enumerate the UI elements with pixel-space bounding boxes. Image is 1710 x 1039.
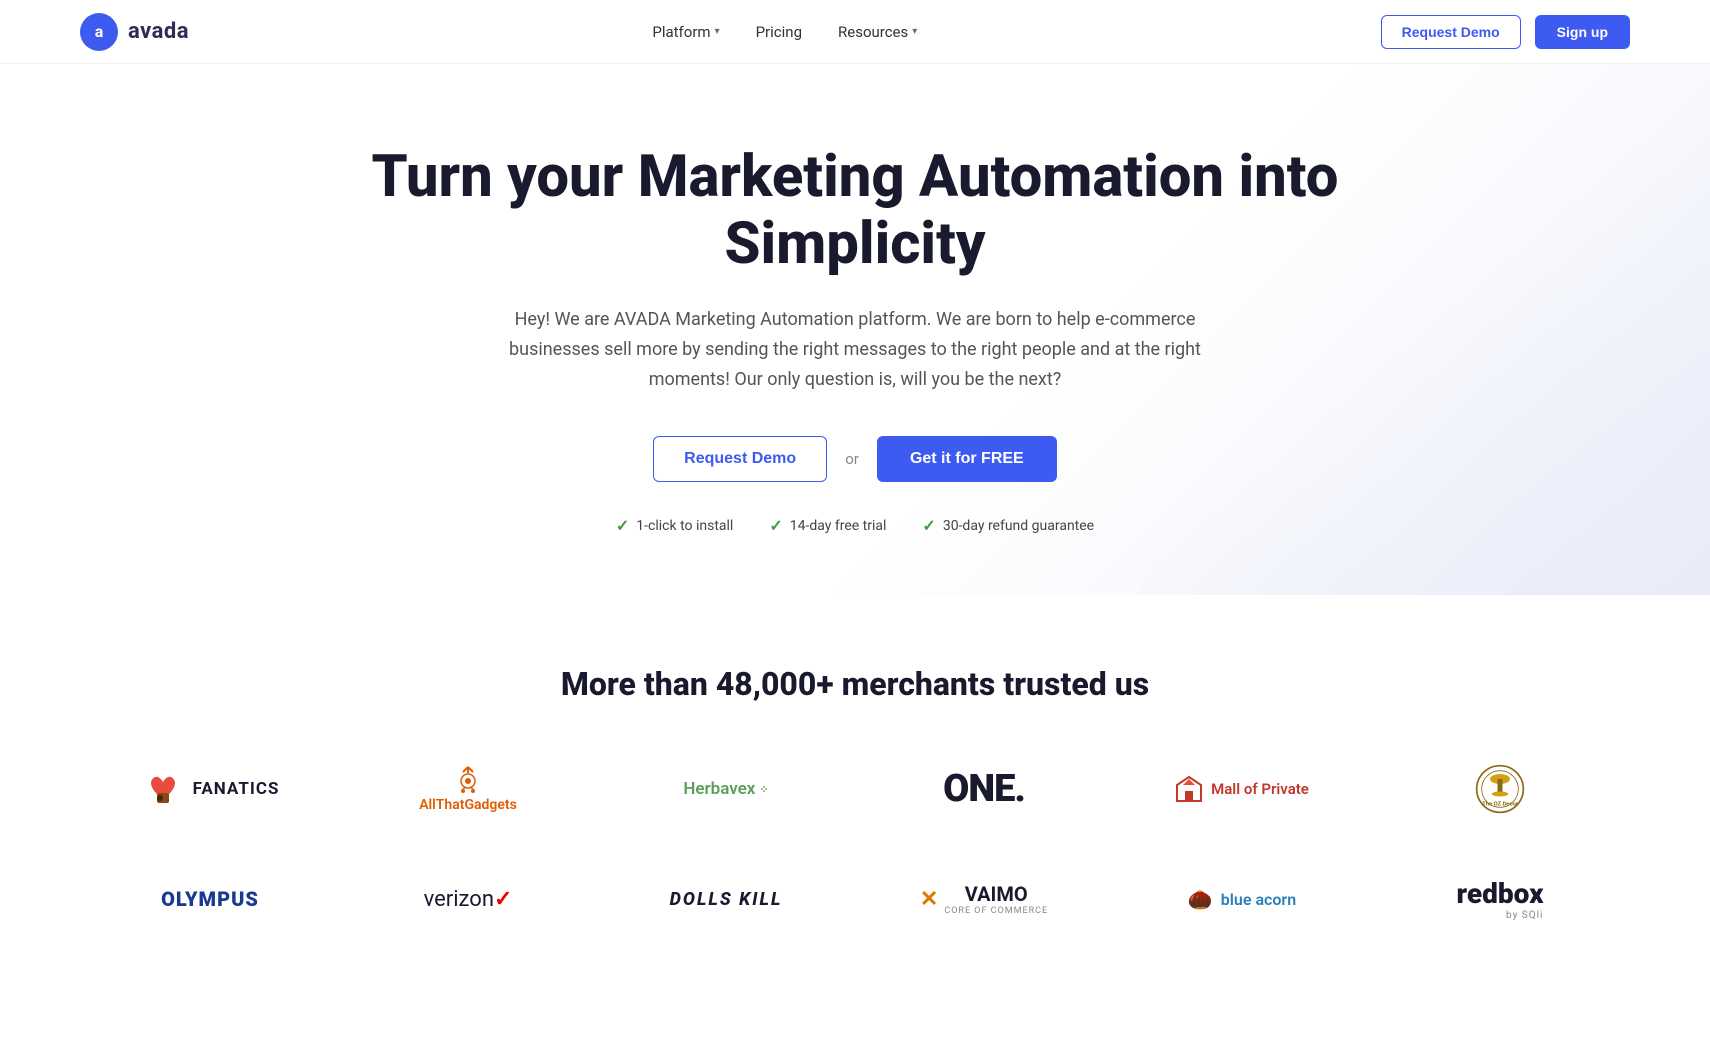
check-icon: ✓ (922, 516, 935, 535)
list-item: 🌰 blue acorn (1152, 869, 1332, 929)
vaimo-main-text: VAIMO (944, 882, 1048, 906)
hero-get-free-button[interactable]: Get it for FREE (877, 436, 1057, 482)
redbox-logo: redbox by SQli (1457, 877, 1544, 921)
herbavex-logo: Herbavex ⁘ (683, 779, 768, 799)
redbox-sqli-text: by SQli (1506, 910, 1543, 921)
chevron-down-icon: ▾ (715, 26, 720, 37)
logo-text: avada (128, 19, 189, 44)
olympus-text: OLYMPUS (161, 887, 259, 911)
avada-logo-icon: a (80, 13, 118, 51)
list-item: Herbavex ⁘ (636, 759, 816, 819)
list-item: verizon✓ (378, 869, 558, 929)
trusted-section: More than 48,000+ merchants trusted us F… (0, 595, 1710, 1039)
logos-row-2: OLYMPUS verizon✓ DOLLS KILL ✕ VAIMO CORE… (80, 869, 1630, 929)
dolls-logo: DOLLS KILL (670, 889, 783, 910)
trusted-title: More than 48,000+ merchants trusted us (80, 665, 1630, 703)
mall-icon (1175, 775, 1203, 803)
nav-resources[interactable]: Resources ▾ (838, 23, 917, 41)
nav-links: Platform ▾ Pricing Resources ▾ (652, 23, 917, 41)
list-item: DOLLS KILL (636, 869, 816, 929)
fanatics-logo: FANATICS (141, 767, 280, 811)
hero-headline: Turn your Marketing Automation into Simp… (305, 144, 1405, 277)
blueacorn-logo: 🌰 blue acorn (1188, 887, 1296, 911)
mall-logo: Mall of Private (1175, 775, 1309, 803)
list-item: ONE. (894, 759, 1074, 819)
one-text: ONE. (943, 767, 1025, 811)
vaimo-logo: ✕ VAIMO CORE OF COMMERCE (920, 882, 1048, 916)
logos-row-1: FANATICS AllThatGadgets (80, 759, 1630, 819)
one-logo: ONE. (943, 767, 1025, 811)
redbox-text: redbox (1457, 877, 1544, 910)
list-item: redbox by SQli (1410, 869, 1590, 929)
list-item: AllThatGadgets (378, 759, 558, 819)
fanatics-icon (141, 767, 185, 811)
herbavex-dots: ⁘ (759, 783, 768, 796)
verizon-logo: verizon✓ (424, 887, 513, 912)
allthat-text: AllThatGadgets (419, 797, 517, 813)
hero-or-text: or (845, 450, 859, 468)
list-item: ✕ VAIMO CORE OF COMMERCE (894, 869, 1074, 929)
logo-link[interactable]: a avada (80, 13, 189, 51)
vaimo-x-icon: ✕ (920, 887, 938, 912)
list-item: Mall of Private (1152, 759, 1332, 819)
blueacorn-text: blue acorn (1221, 890, 1296, 909)
nav-pricing[interactable]: Pricing (756, 23, 802, 41)
nav-platform[interactable]: Platform ▾ (652, 23, 719, 41)
hero-badges: ✓ 1-click to install ✓ 14-day free trial… (40, 516, 1670, 535)
navbar: a avada Platform ▾ Pricing Resources ▾ R… (0, 0, 1710, 64)
hero-buttons: Request Demo or Get it for FREE (40, 436, 1670, 482)
ozdecor-logo: The OZ Decor (1475, 764, 1525, 814)
fanatics-text: FANATICS (193, 779, 280, 799)
allthat-logo: AllThatGadgets (419, 765, 517, 813)
herbavex-text: Herbavex (683, 779, 755, 799)
hero-subtext: Hey! We are AVADA Marketing Automation p… (475, 305, 1235, 394)
sign-up-button[interactable]: Sign up (1535, 15, 1630, 49)
badge-trial: ✓ 14-day free trial (769, 516, 886, 535)
acorn-icon: 🌰 (1188, 887, 1213, 911)
dolls-text: DOLLS KILL (670, 889, 783, 910)
ozdecor-icon: The OZ Decor (1475, 764, 1525, 814)
list-item: The OZ Decor (1410, 759, 1590, 819)
olympus-logo: OLYMPUS (161, 887, 259, 911)
verizon-check: ✓ (494, 887, 512, 912)
svg-text:a: a (95, 22, 104, 41)
verizon-text: verizon✓ (424, 887, 513, 912)
vaimo-sub-text: CORE OF COMMERCE (944, 906, 1048, 916)
svg-text:The OZ Decor: The OZ Decor (1482, 802, 1519, 808)
list-item: OLYMPUS (120, 869, 300, 929)
list-item: FANATICS (120, 759, 300, 819)
nav-actions: Request Demo Sign up (1381, 15, 1630, 49)
chevron-down-icon: ▾ (912, 26, 917, 37)
hero-section: Turn your Marketing Automation into Simp… (0, 64, 1710, 595)
badge-refund: ✓ 30-day refund guarantee (922, 516, 1094, 535)
allthat-icon (453, 765, 483, 795)
check-icon: ✓ (616, 516, 629, 535)
badge-install: ✓ 1-click to install (616, 516, 733, 535)
hero-request-demo-button[interactable]: Request Demo (653, 436, 827, 482)
mall-text: Mall of Private (1211, 780, 1309, 798)
request-demo-button[interactable]: Request Demo (1381, 15, 1521, 49)
vaimo-text-group: VAIMO CORE OF COMMERCE (944, 882, 1048, 916)
check-icon: ✓ (769, 516, 782, 535)
